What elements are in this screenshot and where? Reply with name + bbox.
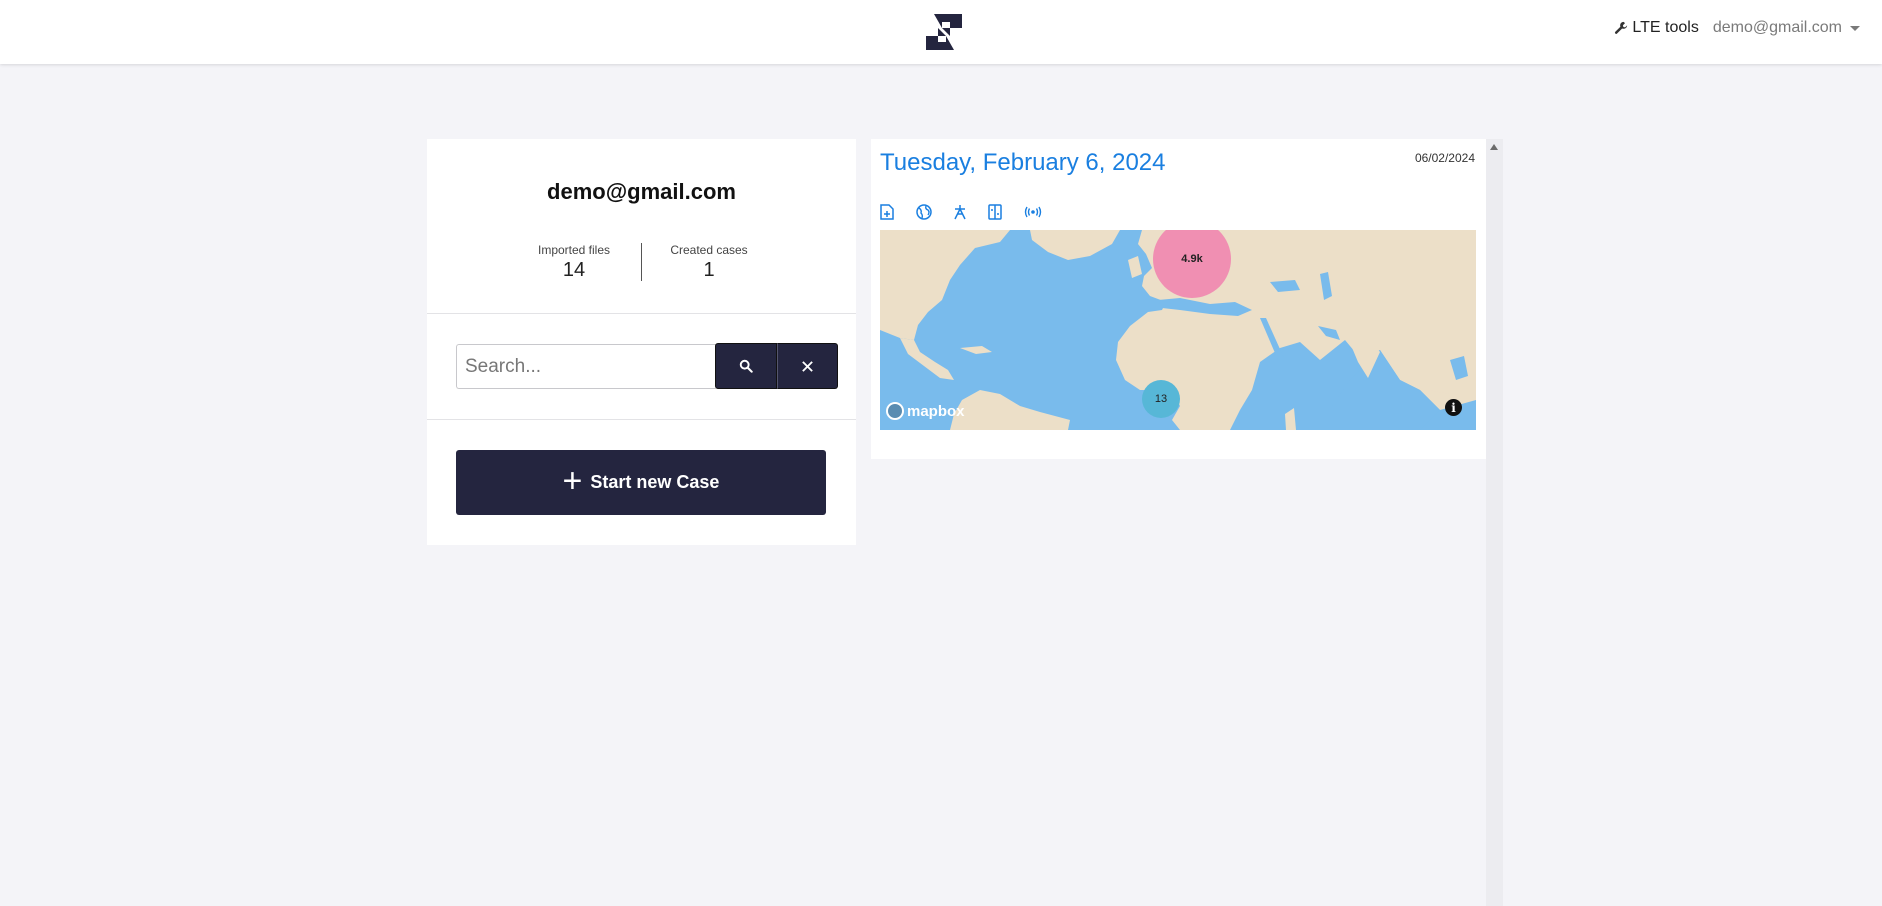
close-icon xyxy=(802,360,813,372)
top-navbar: LTE tools demo@gmail.com xyxy=(0,0,1882,64)
divider xyxy=(427,313,856,314)
antenna-tower-icon[interactable] xyxy=(952,202,988,222)
search-input[interactable] xyxy=(456,344,716,389)
map-info-button[interactable]: i xyxy=(1445,399,1462,416)
stat-label: Imported files xyxy=(537,243,611,257)
broadcast-icon[interactable] xyxy=(1024,202,1060,222)
file-plus-icon[interactable] xyxy=(880,202,916,222)
globe-icon[interactable] xyxy=(916,202,952,222)
stat-imported-files: Imported files 14 xyxy=(507,243,641,282)
date-title: Tuesday, February 6, 2024 xyxy=(880,149,1166,176)
cluster-map[interactable]: 4.9k 13 mapbox i xyxy=(880,230,1476,430)
stat-value: 1 xyxy=(703,259,715,281)
scrollbar[interactable] xyxy=(1486,139,1503,906)
mapbox-logo[interactable]: mapbox xyxy=(886,402,965,420)
map-cluster-marker[interactable]: 13 xyxy=(1142,380,1180,418)
profile-stats: Imported files 14 Created cases 1 xyxy=(427,243,856,282)
lte-tools-label: LTE tools xyxy=(1632,19,1699,36)
mapbox-icon xyxy=(886,402,904,420)
search-icon xyxy=(739,359,753,373)
date-short: 06/02/2024 xyxy=(1414,151,1475,165)
stat-label: Created cases xyxy=(670,243,748,257)
lte-tools-link[interactable]: LTE tools xyxy=(1614,19,1699,37)
clear-search-button[interactable] xyxy=(777,343,838,389)
mapbox-label: mapbox xyxy=(907,402,965,420)
user-menu-dropdown[interactable]: demo@gmail.com xyxy=(1713,19,1860,37)
scroll-up-arrow-icon[interactable] xyxy=(1490,144,1498,150)
start-new-case-label: Start new Case xyxy=(590,472,720,492)
profile-card: demo@gmail.com Imported files 14 Created… xyxy=(427,139,856,545)
chevron-down-icon xyxy=(1850,25,1860,31)
user-email: demo@gmail.com xyxy=(1712,19,1842,36)
profile-email: demo@gmail.com xyxy=(547,179,736,204)
stat-value: 14 xyxy=(562,259,586,281)
navbar-right: LTE tools demo@gmail.com xyxy=(1614,19,1860,37)
tool-icon-row xyxy=(880,202,1060,222)
sim-swap-icon[interactable] xyxy=(988,202,1024,222)
plus-icon: + xyxy=(562,461,583,500)
divider xyxy=(427,419,856,420)
wrench-icon xyxy=(1615,21,1628,34)
start-new-case-button[interactable]: + Start new Case xyxy=(456,450,826,515)
stat-created-cases: Created cases 1 xyxy=(642,243,776,282)
search-button[interactable] xyxy=(715,343,777,389)
s-logo-icon[interactable] xyxy=(920,8,968,56)
date-card: Tuesday, February 6, 2024 06/02/2024 4.9… xyxy=(871,139,1486,459)
